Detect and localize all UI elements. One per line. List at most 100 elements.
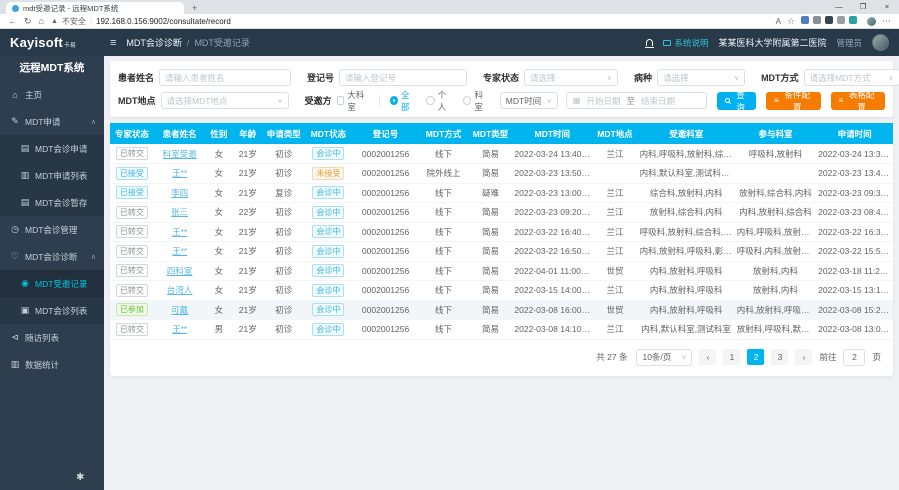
sidebar-item-主页[interactable]: ⌂主页 <box>0 81 104 108</box>
patient-name-link[interactable]: 王** <box>172 227 187 237</box>
sidebar-fold-icon[interactable]: ≡ <box>110 37 116 49</box>
cell-mdt_status: 会诊中 <box>304 144 353 164</box>
cell-apply_type: 初诊 <box>263 300 304 320</box>
table-row[interactable]: 已转交科室受邀女21岁初诊会诊中0002001256线下简易2022-03-24… <box>110 144 893 164</box>
extension-icon[interactable] <box>837 16 845 24</box>
close-button[interactable]: × <box>875 0 899 14</box>
cell-age: 21岁 <box>232 300 263 320</box>
extension-icon[interactable] <box>825 16 833 24</box>
time-field-select[interactable]: MDT时间 ∨ <box>500 92 558 109</box>
extension-icon[interactable] <box>849 16 857 24</box>
table-row[interactable]: 已转交台湾人女21岁初诊会诊中0002001256线下简易2022-03-15 … <box>110 281 893 301</box>
page-size-select[interactable]: 10条/页 ∨ <box>636 349 692 366</box>
sidebar-item-label: MDT会诊申请 <box>35 143 87 155</box>
chevron-down-icon: ∨ <box>734 74 739 82</box>
table-row[interactable]: 已转交王**女21岁初诊会诊中0002001256线下简易2022-03-22 … <box>110 222 893 242</box>
read-aloud-icon[interactable]: A <box>776 17 781 26</box>
mdt-mode-select[interactable]: 请选择MDT方式 ∨ <box>804 69 899 86</box>
settings-gear-icon[interactable]: ✱ <box>76 472 84 483</box>
bookmark-star-icon[interactable]: ☆ <box>787 16 795 27</box>
cell-gender: 女 <box>206 183 233 203</box>
patient-name-link[interactable]: 王** <box>172 168 187 178</box>
reload-icon[interactable]: ↻ <box>24 16 32 27</box>
table-row[interactable]: 已转交王**男21岁初诊会诊中0002001256线下简易2022-03-08 … <box>110 320 893 340</box>
cell-mdt_status: 会诊中 <box>304 203 353 223</box>
column-header: MDT地点 <box>592 123 637 144</box>
cell-joined_depts: 呼吸科,内科,放射科,影像科 <box>735 242 816 262</box>
table-config-button[interactable]: ≡ 表格配置 <box>831 92 885 110</box>
extension-icon[interactable] <box>801 16 809 24</box>
table-row[interactable]: 已接受李四女21岁复诊会诊中0002001256线下疑难2022-03-23 1… <box>110 183 893 203</box>
sidebar-item-MDT会诊诊断[interactable]: ♡MDT会诊诊断∧ <box>0 243 104 270</box>
status-badge: 已参加 <box>116 303 148 316</box>
extension-icon[interactable] <box>813 16 821 24</box>
cell-age: 21岁 <box>232 164 263 184</box>
prev-page-button[interactable]: ‹ <box>699 349 716 365</box>
patient-name-link[interactable]: 王** <box>172 324 187 334</box>
patient-name-link[interactable]: 四科室 <box>167 266 193 276</box>
patient-name-link[interactable]: 李四 <box>171 188 188 198</box>
cell-gender: 男 <box>206 320 233 340</box>
cell-mdt_place: 世贸 <box>592 300 637 320</box>
sidebar-item-随访列表[interactable]: ⊲随访列表 <box>0 324 104 351</box>
sidebar-item-MDT会诊申请[interactable]: ▤MDT会诊申请 <box>0 135 104 162</box>
radio-dept[interactable]: 科室 <box>463 89 490 113</box>
browser-profile-avatar[interactable] <box>867 17 876 26</box>
patient-name-link[interactable]: 台湾人 <box>167 285 193 295</box>
sidebar-item-MDT会诊列表[interactable]: ▣MDT会诊列表 <box>0 297 104 324</box>
expert-status-select[interactable]: 请选择 ∨ <box>524 69 618 86</box>
patient-name-link[interactable]: 科室受邀 <box>163 149 197 159</box>
patient-name-link[interactable]: 张三 <box>171 207 188 217</box>
dept-checkbox[interactable] <box>337 96 345 105</box>
patient-name-link[interactable]: 可戴 <box>171 305 188 315</box>
minimize-button[interactable]: — <box>827 0 851 14</box>
cell-invited_depts: 内科,放射科,呼吸科 <box>638 300 735 320</box>
sidebar-item-MDT会诊管理[interactable]: ◷MDT会诊管理 <box>0 216 104 243</box>
home-icon[interactable]: ⌂ <box>39 16 44 26</box>
reg-no-input[interactable] <box>339 69 467 86</box>
sidebar-item-MDT申请列表[interactable]: ▥MDT申请列表 <box>0 162 104 189</box>
user-role: 管理员 <box>836 37 862 49</box>
cell-joined_depts: 放射科,内科 <box>735 281 816 301</box>
url-field[interactable]: ▲ 不安全 | 192.168.0.156:9002/consultate/re… <box>51 16 769 27</box>
user-avatar[interactable] <box>872 34 889 51</box>
new-tab-button[interactable]: + <box>192 2 197 14</box>
table-row[interactable]: 已转交四科室女21岁初诊会诊中0002001256线下简易2022-04-01 … <box>110 261 893 281</box>
disease-select[interactable]: 请选择 ∨ <box>657 69 745 86</box>
browser-menu-icon[interactable]: ⋯ <box>882 16 891 27</box>
status-badge: 已转交 <box>116 206 148 219</box>
mdt-place-select[interactable]: 请选择MDT地点 ∨ <box>161 92 289 109</box>
cell-mdt_status: 会诊中 <box>304 222 353 242</box>
patient-name-input[interactable] <box>159 69 291 86</box>
breadcrumb-section[interactable]: MDT会诊诊断 <box>126 36 182 49</box>
next-page-button[interactable]: › <box>795 349 812 365</box>
sidebar-item-MDT受邀记录[interactable]: ◉MDT受邀记录 <box>0 270 104 297</box>
condition-config-button[interactable]: ≡ 条件配置 <box>766 92 820 110</box>
cell-age: 22岁 <box>232 203 263 223</box>
browser-tab[interactable]: mdt受邀记录 - 远程MDT系统 <box>6 2 184 14</box>
sidebar-item-数据统计[interactable]: ▥数据统计 <box>0 351 104 378</box>
cell-mdt_time: 2022-03-23 13:00:00 <box>512 183 592 203</box>
bell-icon[interactable] <box>646 39 653 46</box>
search-button[interactable]: 查询 <box>717 92 756 110</box>
back-icon[interactable]: ← <box>8 16 17 26</box>
table-row[interactable]: 已接受王**女21岁初诊未接受0002001256院外线上简易2022-03-2… <box>110 164 893 184</box>
patient-name-link[interactable]: 王** <box>172 246 187 256</box>
table-row[interactable]: 已转交王**女21岁初诊会诊中0002001256线下简易2022-03-22 … <box>110 242 893 262</box>
browser-window: mdt受邀记录 - 远程MDT系统 + — ❐ × ← ↻ ⌂ ▲ 不安全 | … <box>0 0 899 490</box>
page-button-1[interactable]: 1 <box>723 349 740 365</box>
page-button-2[interactable]: 2 <box>747 349 764 365</box>
radio-all[interactable]: 全部 <box>390 89 417 113</box>
column-header: 参与科室 <box>735 123 816 144</box>
table-row[interactable]: 已转交张三女22岁初诊会诊中0002001256线下简易2022-03-23 0… <box>110 203 893 223</box>
sidebar-item-MDT申请[interactable]: ✎MDT申请∧ <box>0 108 104 135</box>
maximize-button[interactable]: ❐ <box>851 0 875 14</box>
table-row[interactable]: 已参加可戴女21岁初诊会诊中0002001256线下简易2022-03-08 1… <box>110 300 893 320</box>
jump-page-input[interactable] <box>843 349 865 366</box>
sidebar-item-MDT会诊暂存[interactable]: ▤MDT会诊暂存 <box>0 189 104 216</box>
date-range-picker[interactable]: ▦ 开始日期 至 结束日期 <box>566 92 707 109</box>
system-help-link[interactable]: 系统说明 <box>663 37 708 49</box>
radio-personal[interactable]: 个人 <box>426 89 453 113</box>
page-button-3[interactable]: 3 <box>771 349 788 365</box>
cell-age: 21岁 <box>232 281 263 301</box>
